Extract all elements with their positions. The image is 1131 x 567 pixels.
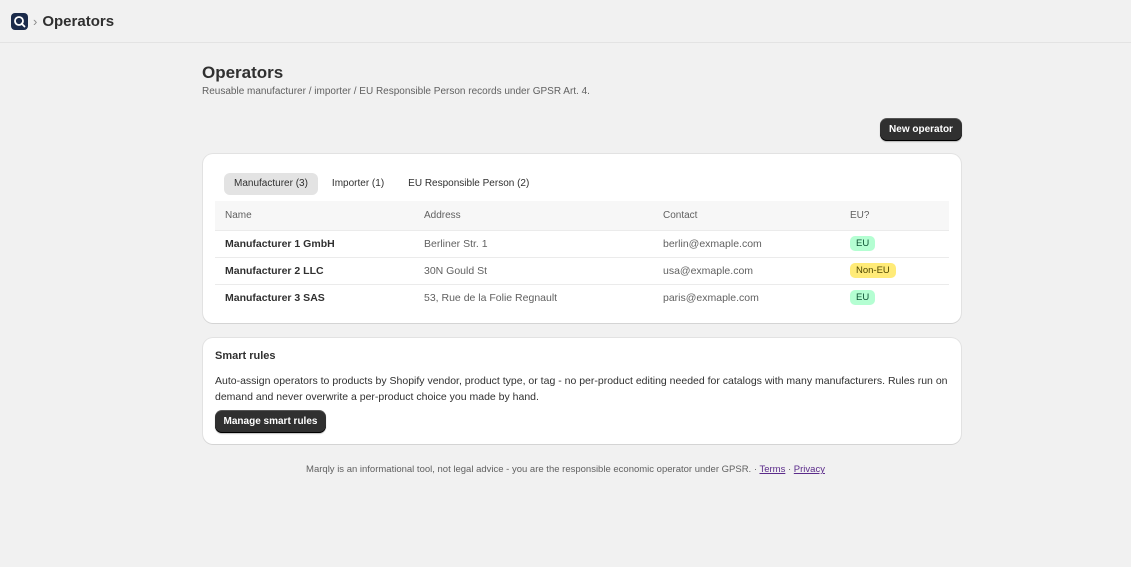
operator-contact: berlin@exmaple.com bbox=[663, 237, 762, 250]
column-header-address: Address bbox=[424, 209, 461, 221]
column-header-eu: EU? bbox=[850, 209, 870, 221]
tab-manufacturer[interactable]: Manufacturer (3) bbox=[224, 173, 318, 195]
privacy-link[interactable]: Privacy bbox=[794, 464, 825, 475]
eu-status-badge: Non-EU bbox=[850, 263, 896, 278]
breadcrumb-title: Operators bbox=[42, 12, 115, 30]
eu-status-badge: EU bbox=[850, 290, 876, 306]
operator-contact: paris@exmaple.com bbox=[663, 291, 759, 304]
breadcrumb-separator: › bbox=[33, 13, 38, 29]
operator-name[interactable]: Manufacturer 2 LLC bbox=[215, 257, 414, 284]
table-row[interactable]: Manufacturer 2 LLC 30N Gould St usa@exma… bbox=[215, 257, 949, 284]
tab-eu-responsible-person[interactable]: EU Responsible Person (2) bbox=[398, 173, 539, 195]
footer-text: Marqly is an informational tool, not leg… bbox=[306, 464, 760, 475]
new-operator-button[interactable]: New operator bbox=[880, 118, 962, 141]
operator-address: Berliner Str. 1 bbox=[424, 237, 488, 250]
footer-separator: · bbox=[785, 464, 794, 475]
page-title: Operators bbox=[202, 63, 284, 82]
operator-address: 30N Gould St bbox=[424, 264, 488, 277]
manage-smart-rules-button[interactable]: Manage smart rules bbox=[215, 410, 326, 433]
operator-contact: usa@exmaple.com bbox=[663, 264, 754, 277]
smart-rules-title: Smart rules bbox=[215, 350, 276, 362]
operator-address: 53, Rue de la Folie Regnault bbox=[424, 291, 558, 304]
smart-rules-card: Smart rules Auto-assign operators to pro… bbox=[203, 338, 961, 444]
operator-type-tabs: Manufacturer (3) Importer (1) EU Respons… bbox=[224, 173, 539, 195]
table-header-row: Name Address Contact EU? bbox=[215, 201, 949, 230]
operators-table: Name Address Contact EU? Manufacturer 1 … bbox=[215, 201, 949, 311]
footer-disclaimer: Marqly is an informational tool, not leg… bbox=[0, 464, 1131, 475]
column-header-contact: Contact bbox=[663, 209, 698, 221]
eu-status-badge: EU bbox=[850, 236, 876, 251]
operator-name[interactable]: Manufacturer 1 GmbH bbox=[215, 230, 414, 257]
operator-name[interactable]: Manufacturer 3 SAS bbox=[215, 284, 414, 311]
smart-rules-description: Auto-assign operators to products by Sho… bbox=[215, 375, 948, 403]
top-bar: › Operators bbox=[0, 0, 1131, 43]
terms-link[interactable]: Terms bbox=[759, 464, 785, 475]
page-subtitle: Reusable manufacturer / importer / EU Re… bbox=[202, 86, 590, 97]
marqly-logo-icon[interactable] bbox=[11, 12, 28, 30]
operators-card: Manufacturer (3) Importer (1) EU Respons… bbox=[203, 154, 961, 323]
column-header-name: Name bbox=[225, 209, 252, 221]
table-row[interactable]: Manufacturer 3 SAS 53, Rue de la Folie R… bbox=[215, 284, 949, 311]
table-row[interactable]: Manufacturer 1 GmbH Berliner Str. 1 berl… bbox=[215, 230, 949, 257]
tab-importer[interactable]: Importer (1) bbox=[322, 173, 394, 195]
